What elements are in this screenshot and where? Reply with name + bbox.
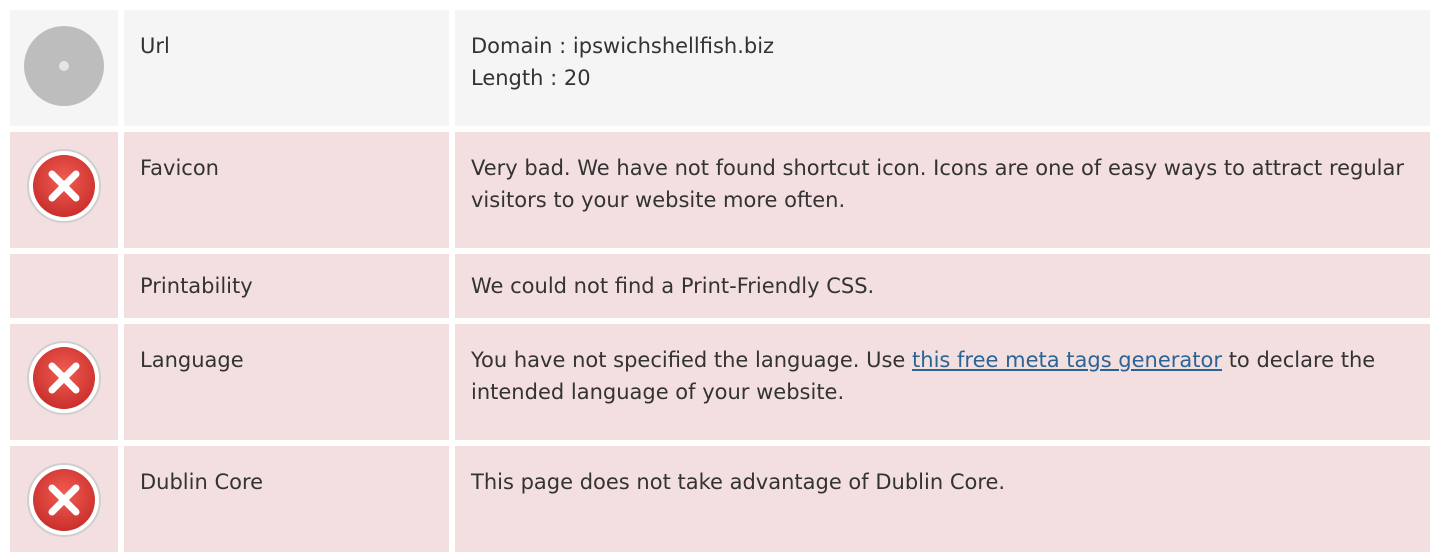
status-cell [10, 10, 118, 126]
row-label: Printability [124, 254, 449, 318]
error-x-icon [24, 460, 104, 549]
report-row-dublin-core: Dublin Core This page does not take adva… [10, 446, 1430, 552]
status-cell [10, 446, 118, 552]
error-x-icon [24, 146, 104, 235]
row-value: Domain : ipswichshellfish.biz Length : 2… [455, 10, 1430, 126]
row-value: You have not specified the language. Use… [455, 324, 1430, 440]
row-value: We could not find a Print-Friendly CSS. [455, 254, 1430, 318]
report-row-url: Url Domain : ipswichshellfish.biz Length… [10, 10, 1430, 126]
domain-text: Domain : ipswichshellfish.biz [471, 34, 775, 58]
length-text: Length : 20 [471, 66, 591, 90]
report-row-favicon: Favicon Very bad. We have not found shor… [10, 132, 1430, 248]
row-label: Favicon [124, 132, 449, 248]
row-label: Url [124, 10, 449, 126]
disc-icon [23, 25, 105, 116]
seo-report-table: Url Domain : ipswichshellfish.biz Length… [10, 10, 1430, 558]
meta-tags-generator-link[interactable]: this free meta tags generator [912, 348, 1222, 372]
row-value: This page does not take advantage of Dub… [455, 446, 1430, 552]
status-cell [10, 324, 118, 440]
report-row-language: Language You have not specified the lang… [10, 324, 1430, 440]
row-label: Dublin Core [124, 446, 449, 552]
row-value: Very bad. We have not found shortcut ico… [455, 132, 1430, 248]
status-cell [10, 254, 118, 318]
status-cell [10, 132, 118, 248]
error-x-icon [24, 338, 104, 427]
row-label: Language [124, 324, 449, 440]
language-text-before: You have not specified the language. Use [471, 348, 913, 372]
report-row-printability: Printability We could not find a Print-F… [10, 254, 1430, 318]
